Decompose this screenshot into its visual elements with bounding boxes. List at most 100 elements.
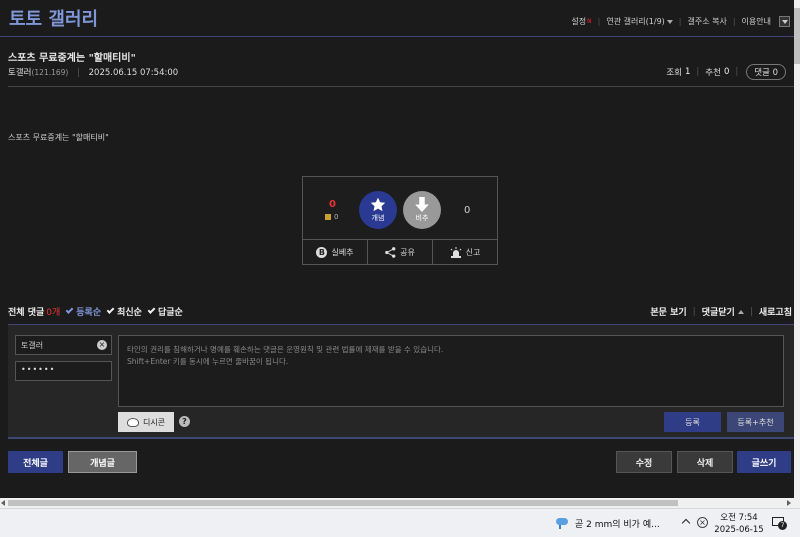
page-viewport: 토토 갤러리 설정 N | 연관 갤러리(1/9) | 갤주소 복사 | 이용안…: [0, 0, 794, 498]
vote-box: 0 0 개념 비추 0 B 실베추 공유 신고: [302, 176, 498, 265]
siren-icon: [450, 246, 461, 258]
post-title: 스포츠 무료중계는 "할매티비": [8, 53, 136, 64]
edit-button[interactable]: 수정: [616, 451, 672, 473]
submit-recommend-button[interactable]: 등록+추천: [727, 412, 784, 432]
comments-header: 전체 댓글 0개 등록순 최신순 답글순 본문 보기 | 댓글닫기 | 새로고침: [8, 305, 794, 321]
nickname-value: 토갤러: [21, 341, 44, 350]
separator: |: [77, 68, 80, 78]
vertical-scrollbar[interactable]: [794, 0, 800, 498]
comment-count-button[interactable]: 댓글 0: [746, 64, 786, 80]
comment-label: 댓글: [754, 68, 770, 78]
down-vote-button[interactable]: 비추: [403, 191, 441, 229]
scrollbar-thumb[interactable]: [794, 8, 800, 64]
write-button[interactable]: 글쓰기: [737, 451, 791, 473]
comments-total-count: 0개: [46, 308, 61, 318]
guide-link[interactable]: 이용안내: [742, 16, 771, 27]
taskbar: 곧 2 mm의 비가 예... × 오전 7:54 2025-06-15 7: [0, 508, 800, 537]
all-posts-button[interactable]: 전체글: [8, 451, 63, 473]
dccon-button[interactable]: 디시콘: [118, 412, 174, 432]
separator: |: [732, 17, 736, 26]
weather-text: 곧 2 mm의 비가 예...: [575, 519, 660, 530]
comment-textarea[interactable]: 타인의 권리를 침해하거나 명예를 훼손하는 댓글은 운영원칙 및 관련 법률에…: [118, 335, 784, 407]
settings-link[interactable]: 설정: [571, 16, 586, 27]
author-name[interactable]: 토갤러: [8, 68, 31, 78]
dccon-label: 디시콘: [142, 417, 166, 427]
dccon-icon: [126, 417, 139, 427]
best-recommend-label: 실베추: [331, 247, 354, 257]
clock-date: 2025-06-15: [714, 525, 764, 535]
comment-count: 0: [772, 68, 778, 78]
gallery-title[interactable]: 토토 갤러리: [9, 5, 98, 31]
related-gallery-link[interactable]: 연관 갤러리(1/9): [606, 16, 664, 27]
comment-placeholder-line: Shift+Enter 키를 동시에 누르면 줄바꿈이 됩니다.: [127, 357, 289, 366]
concept-posts-button[interactable]: 개념글: [68, 451, 137, 473]
close-icon[interactable]: ×: [97, 340, 107, 350]
chevron-down-icon[interactable]: [666, 19, 673, 24]
chevron-up-icon[interactable]: [737, 309, 744, 314]
post-date: 2025.06.15 07:54:00: [88, 68, 179, 78]
copy-url-link[interactable]: 갤주소 복사: [688, 16, 727, 27]
password-input[interactable]: ••••••: [15, 361, 112, 381]
best-icon: B: [316, 246, 328, 258]
post-meta: 토갤러(121.169) | 2025.06.15 07:54:00: [8, 66, 178, 78]
chevron-up-icon[interactable]: [681, 518, 691, 528]
fixed-user-count: 0: [325, 213, 338, 221]
sort-reply[interactable]: 답글순: [147, 305, 183, 318]
fixed-user-icon: [325, 214, 331, 220]
separator: |: [678, 17, 682, 26]
divider: [8, 86, 794, 87]
delete-button[interactable]: 삭제: [677, 451, 733, 473]
sort-latest-label: 최신순: [117, 308, 142, 318]
sort-latest[interactable]: 최신순: [106, 305, 142, 318]
chevron-down-icon: [781, 19, 788, 24]
weather-widget[interactable]: 곧 2 mm의 비가 예...: [554, 516, 660, 530]
refresh-link[interactable]: 새로고침: [759, 305, 792, 318]
vote-actions: B 실베추 공유 신고: [303, 239, 497, 264]
fixed-user-number: 0: [334, 213, 339, 221]
nickname-input[interactable]: 토갤러 ×: [15, 335, 112, 355]
star-icon: [370, 197, 386, 212]
down-vote-count: 0: [464, 205, 471, 216]
check-icon: [106, 306, 115, 314]
sort-registered[interactable]: 등록순: [65, 305, 102, 318]
close-comments-link[interactable]: 댓글닫기: [702, 305, 735, 318]
top-links: 설정 N | 연관 갤러리(1/9) | 갤주소 복사 | 이용안내: [571, 16, 790, 27]
up-vote-button[interactable]: 개념: [359, 191, 397, 229]
report-button[interactable]: 신고: [433, 240, 497, 264]
separator: |: [749, 306, 753, 317]
up-vote-count: 0: [329, 199, 336, 210]
share-label: 공유: [400, 247, 415, 257]
submit-comment-button[interactable]: 등록: [664, 412, 721, 432]
scroll-left-icon[interactable]: [1, 500, 5, 506]
share-button[interactable]: 공유: [368, 240, 433, 264]
sort-registered-label: 등록순: [76, 308, 102, 318]
bottom-actions: 전체글 개념글 수정 삭제 글쓰기: [0, 451, 794, 475]
view-post-link[interactable]: 본문 보기: [650, 305, 686, 318]
scrollbar-thumb[interactable]: [8, 500, 678, 506]
separator: |: [696, 67, 700, 77]
comment-write-panel: 토갤러 × •••••• 타인의 권리를 침해하거나 명예를 훼손하는 댓글은 …: [8, 324, 794, 439]
system-clock[interactable]: 오전 7:54 2025-06-15: [713, 512, 765, 536]
up-vote-label: 개념: [371, 214, 385, 222]
notification-count: 7: [778, 521, 787, 530]
notification-icon[interactable]: 7: [772, 517, 787, 530]
separator: |: [692, 306, 696, 317]
close-circle-icon[interactable]: ×: [697, 517, 708, 528]
horizontal-scrollbar[interactable]: [0, 498, 800, 508]
new-badge: N: [587, 18, 592, 25]
views-count: 1: [685, 67, 691, 77]
sort-reply-label: 답글순: [157, 308, 183, 318]
comment-placeholder-line: 타인의 권리를 침해하거나 명예를 훼손하는 댓글은 운영원칙 및 관련 법률에…: [127, 345, 444, 354]
check-icon: [147, 306, 156, 314]
check-icon: [65, 306, 74, 314]
best-recommend-button[interactable]: B 실베추: [303, 240, 368, 264]
down-vote-label: 비추: [415, 214, 429, 222]
views-label: 조회: [666, 68, 682, 78]
scroll-right-icon[interactable]: [787, 500, 791, 506]
recommend-label: 추천: [705, 68, 721, 78]
share-icon: [385, 246, 396, 258]
menu-dropdown-button[interactable]: [779, 16, 790, 27]
help-icon[interactable]: ?: [179, 416, 190, 427]
gallery-header: 토토 갤러리 설정 N | 연관 갤러리(1/9) | 갤주소 복사 | 이용안…: [0, 0, 794, 37]
author-ip: (121.169): [31, 68, 69, 77]
